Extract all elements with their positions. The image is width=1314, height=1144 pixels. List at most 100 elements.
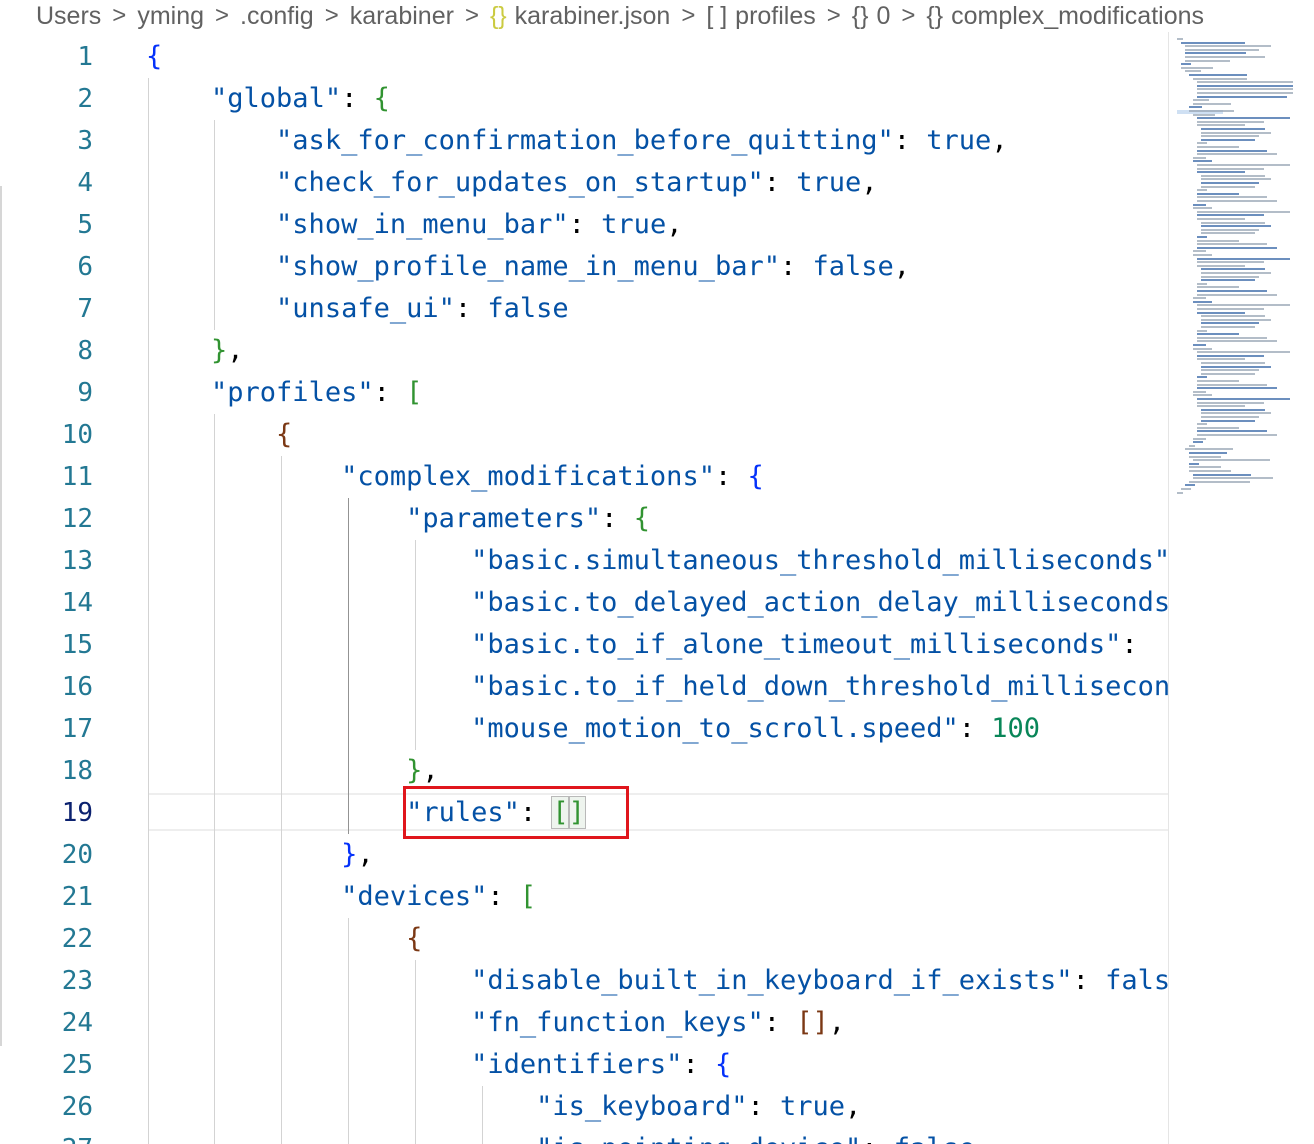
minimap-line	[1197, 434, 1277, 436]
code-text: },	[341, 839, 374, 870]
code-line-1[interactable]: 1 {	[0, 36, 1168, 78]
minimap-line	[1201, 315, 1265, 318]
code-line-15[interactable]: 15 "basic.to_if_alone_timeout_millisecon…	[0, 624, 1168, 666]
code-line-6[interactable]: 6 "show_profile_name_in_menu_bar": false…	[0, 246, 1168, 288]
chevron-right-icon: >	[826, 2, 841, 29]
line-number: 2	[77, 84, 93, 114]
code-line-24[interactable]: 24 "fn_function_keys": [],	[0, 1002, 1168, 1044]
chevron-right-icon: >	[681, 2, 696, 29]
object-icon: {}	[851, 1, 869, 30]
code-line-13[interactable]: 13 "basic.simultaneous_threshold_millise…	[0, 540, 1168, 582]
breadcrumb-item-karabiner-json[interactable]: {} karabiner.json	[490, 2, 670, 31]
code-line-2[interactable]: 2 "global": {	[0, 78, 1168, 120]
minimap-line	[1193, 160, 1213, 163]
minimap-line	[1197, 398, 1290, 400]
minimap-line	[1197, 426, 1239, 429]
breadcrumb-item-users[interactable]: Users	[36, 2, 101, 31]
code-line-4[interactable]: 4 "check_for_updates_on_startup": true,	[0, 162, 1168, 204]
minimap-line	[1193, 459, 1270, 462]
breadcrumb-item-karabiner[interactable]: karabiner	[350, 2, 454, 31]
code-text: "ask_for_confirmation_before_quitting": …	[276, 125, 1008, 156]
minimap-line	[1193, 477, 1273, 480]
breadcrumb-item-0[interactable]: {} 0	[852, 2, 891, 31]
minimap-line	[1197, 189, 1207, 192]
minimap[interactable]	[1168, 32, 1314, 1144]
minimap-line	[1197, 120, 1265, 123]
breadcrumb-label: karabiner	[349, 1, 454, 30]
minimap-line	[1197, 239, 1239, 242]
code-line-21[interactable]: 21 "devices": [	[0, 876, 1168, 918]
code-text: "devices": [	[341, 881, 537, 912]
minimap-line	[1201, 135, 1259, 138]
minimap-line	[1201, 275, 1259, 278]
line-number: 5	[77, 210, 93, 240]
line-number: 10	[61, 420, 93, 450]
code-line-16[interactable]: 16 "basic.to_if_held_down_threshold_mill…	[0, 666, 1168, 708]
code-line-17[interactable]: 17 "mouse_motion_to_scroll.speed": 100	[0, 708, 1168, 750]
line-number: 17	[61, 714, 93, 744]
minimap-line	[1197, 236, 1207, 238]
breadcrumb-item-profiles[interactable]: [ ] profiles	[706, 2, 815, 31]
code-line-26[interactable]: 26 "is_keyboard": true,	[0, 1086, 1168, 1128]
code-text: "profiles": [	[211, 377, 423, 408]
code-line-20[interactable]: 20 },	[0, 834, 1168, 876]
breadcrumb-item-complex-modifications[interactable]: {} complex_modifications	[926, 2, 1204, 31]
code-line-12[interactable]: 12 "parameters": {	[0, 498, 1168, 540]
minimap-line	[1181, 66, 1213, 69]
code-line-25[interactable]: 25 "identifiers": {	[0, 1044, 1168, 1086]
code-line-22[interactable]: 22 {	[0, 918, 1168, 960]
minimap-line	[1201, 225, 1272, 228]
breadcrumb-label: complex_modifications	[951, 1, 1205, 30]
minimap-line	[1189, 452, 1228, 454]
minimap-line	[1193, 77, 1248, 80]
code-line-9[interactable]: 9 "profiles": [	[0, 372, 1168, 414]
minimap-line	[1197, 351, 1290, 354]
code-line-10[interactable]: 10 {	[0, 414, 1168, 456]
minimap-line	[1197, 354, 1265, 357]
chevron-right-icon: >	[112, 2, 127, 29]
code-line-14[interactable]: 14 "basic.to_delayed_action_delay_millis…	[0, 582, 1168, 624]
breadcrumb-label: yming	[137, 1, 204, 30]
line-number: 16	[61, 672, 93, 702]
code-text: "disable_built_in_keyboard_if_exists": f…	[471, 965, 1168, 996]
minimap-line	[1201, 138, 1256, 141]
line-number: 15	[61, 630, 93, 660]
breadcrumb-label: profiles	[735, 1, 816, 30]
breadcrumb-item-yming[interactable]: yming	[137, 2, 204, 31]
minimap-line	[1197, 200, 1277, 202]
code-editor[interactable]: 1 { 2 "global": { 3 "ask_for_confirmatio…	[0, 36, 1168, 1144]
breadcrumb-label: karabiner.json	[514, 1, 671, 30]
minimap-line	[1197, 423, 1207, 426]
code-line-27[interactable]: 27 "is_pointing_device": false	[0, 1128, 1168, 1144]
minimap-line	[1197, 261, 1265, 264]
json-file-icon: {}	[489, 1, 507, 30]
minimap-line	[1201, 408, 1265, 411]
minimap-line	[1197, 340, 1277, 343]
line-number: 19	[61, 798, 93, 828]
code-line-11[interactable]: 11 "complex_modifications": {	[0, 456, 1168, 498]
minimap-line	[1197, 246, 1277, 249]
minimap-line	[1185, 48, 1259, 51]
code-line-5[interactable]: 5 "show_in_menu_bar": true,	[0, 204, 1168, 246]
minimap-line	[1197, 81, 1293, 84]
minimap-line	[1189, 462, 1199, 465]
minimap-line	[1201, 365, 1272, 368]
minimap-line	[1193, 437, 1206, 440]
code-line-23[interactable]: 23 "disable_built_in_keyboard_if_exists"…	[0, 960, 1168, 1002]
minimap-line	[1185, 45, 1272, 48]
minimap-line	[1197, 171, 1245, 174]
code-text: "is_pointing_device": false	[146, 1128, 975, 1144]
code-text: "unsafe_ui": false	[276, 293, 569, 324]
minimap-line	[1189, 74, 1247, 76]
minimap-line	[1201, 182, 1259, 184]
minimap-line	[1189, 470, 1231, 472]
code-line-7[interactable]: 7 "unsafe_ui": false	[0, 288, 1168, 330]
minimap-line	[1201, 185, 1256, 188]
minimap-line	[1197, 282, 1207, 285]
minimap-line	[1197, 164, 1290, 166]
code-line-3[interactable]: 3 "ask_for_confirmation_before_quitting"…	[0, 120, 1168, 162]
breadcrumb-item-config[interactable]: .config	[240, 2, 314, 31]
code-line-8[interactable]: 8 },	[0, 330, 1168, 372]
minimap-line	[1197, 214, 1265, 217]
minimap-line	[1201, 268, 1265, 271]
